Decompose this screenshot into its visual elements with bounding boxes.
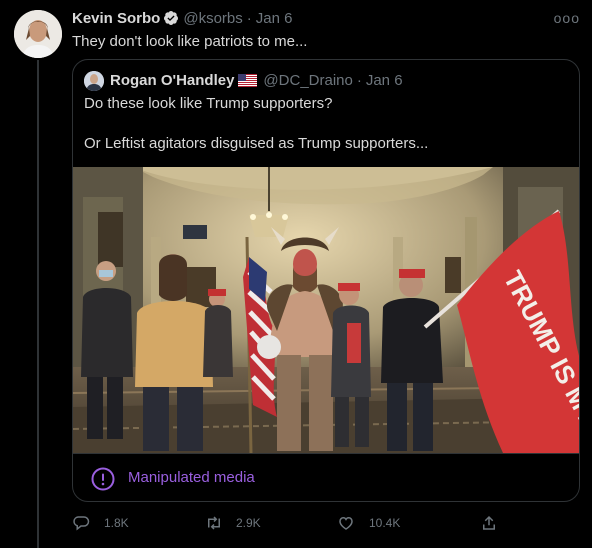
quoted-tweet-header: Rogan O'Handley @DC_Draino · Jan 6 bbox=[110, 71, 403, 93]
retweet-count: 2.9K bbox=[236, 516, 261, 530]
quoted-author-handle: @DC_Draino bbox=[263, 72, 353, 89]
quoted-author-avatar bbox=[84, 71, 104, 91]
tweet-date[interactable]: Jan 6 bbox=[256, 10, 293, 27]
heart-icon bbox=[339, 516, 353, 530]
like-count: 10.4K bbox=[369, 516, 401, 530]
quoted-tweet-line-2: Or Leftist agitators disguised as Trump … bbox=[84, 135, 429, 152]
quoted-author-name: Rogan O'Handley bbox=[110, 72, 235, 89]
quoted-header-separator: · bbox=[356, 72, 362, 89]
more-options-icon[interactable]: ooo bbox=[554, 10, 580, 26]
thread-line bbox=[37, 60, 39, 548]
header-separator: · bbox=[246, 10, 252, 27]
reply-count: 1.8K bbox=[104, 516, 129, 530]
quoted-tweet-date: Jan 6 bbox=[365, 72, 403, 89]
tweet-actions: 1.8K 2.9K 10.4K bbox=[72, 512, 512, 534]
capitol-crowd-photo[interactable]: TRUMP IS MY PRESIDENT bbox=[73, 167, 579, 501]
quoted-tweet-line-1: Do these look like Trump supporters? bbox=[84, 95, 333, 112]
info-alert-icon bbox=[91, 467, 115, 491]
author-handle[interactable]: @ksorbs bbox=[183, 10, 242, 27]
retweet-icon bbox=[208, 516, 220, 530]
share-icon bbox=[483, 515, 495, 530]
quoted-tweet-card[interactable]: Rogan O'Handley @DC_Draino · Jan 6 Do these… bbox=[72, 59, 580, 502]
manipulated-media-text: Manipulated media bbox=[128, 469, 255, 486]
verified-badge-icon bbox=[163, 10, 179, 32]
reply-icon bbox=[73, 516, 90, 531]
author-avatar[interactable] bbox=[14, 10, 62, 58]
manipulated-media-label[interactable]: Manipulated media bbox=[73, 453, 579, 501]
tweet-text: They don't look like patriots to me... bbox=[72, 33, 308, 50]
author-name[interactable]: Kevin Sorbo bbox=[72, 10, 160, 27]
us-flag-icon bbox=[238, 73, 258, 93]
tweet-header: Kevin Sorbo @ksorbs · Jan 6 bbox=[72, 9, 292, 32]
